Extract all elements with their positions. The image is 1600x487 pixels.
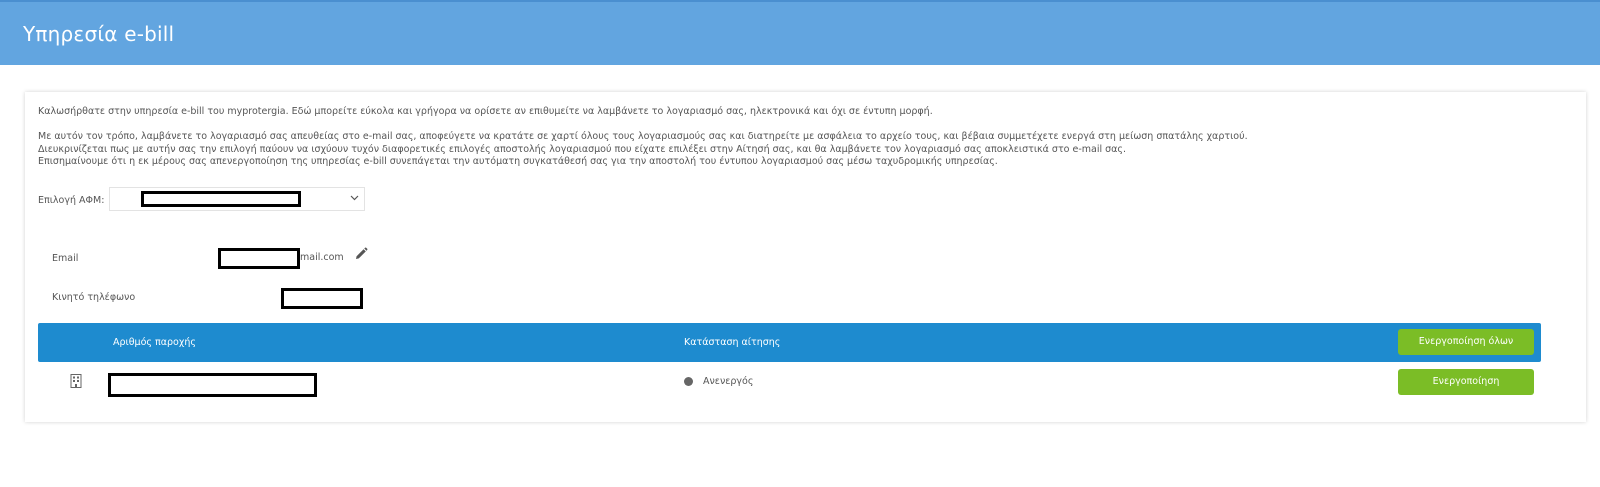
mobile-redacted-value	[281, 288, 363, 309]
column-header-supply-number: Αριθμός παροχής	[113, 337, 196, 348]
afm-select[interactable]	[109, 187, 365, 211]
pencil-icon[interactable]	[354, 246, 368, 260]
status-dot-icon	[684, 377, 693, 386]
ebill-card: Καλωσήρθατε στην υπηρεσία e-bill του myp…	[25, 92, 1586, 422]
afm-label: Επιλογή ΑΦΜ:	[38, 195, 105, 206]
intro-clarification-text: Διευκρινίζεται πως με αυτήν σας την επιλ…	[38, 144, 1127, 155]
building-icon	[70, 373, 82, 388]
afm-redacted-value	[141, 191, 301, 207]
column-header-request-status: Κατάσταση αίτησης	[684, 337, 781, 348]
status-text: Ανενεργός	[703, 376, 754, 387]
supply-table-header: Αριθμός παροχής Κατάσταση αίτησης Ενεργο…	[38, 323, 1541, 362]
supply-number-redacted	[108, 373, 317, 397]
intro-notice-text: Επισημαίνουμε ότι η εκ μέρους σας απενερ…	[38, 156, 998, 167]
activate-all-button[interactable]: Ενεργοποίηση όλων	[1398, 329, 1534, 355]
page-header: Υπηρεσία e-bill	[0, 0, 1600, 65]
intro-benefits-text: Με αυτόν τον τρόπο, λαμβάνετε το λογαρια…	[38, 131, 1248, 142]
table-row: Ανενεργός Ενεργοποίηση	[38, 365, 1541, 405]
page-title: Υπηρεσία e-bill	[23, 22, 175, 46]
chevron-down-icon	[347, 192, 361, 206]
email-label: Email	[52, 253, 79, 264]
email-domain-text: mail.com	[300, 252, 344, 263]
email-redacted-value	[218, 248, 300, 269]
mobile-label: Κινητό τηλέφωνο	[52, 292, 136, 303]
intro-welcome-text: Καλωσήρθατε στην υπηρεσία e-bill του myp…	[38, 106, 933, 117]
activate-button[interactable]: Ενεργοποίηση	[1398, 369, 1534, 395]
